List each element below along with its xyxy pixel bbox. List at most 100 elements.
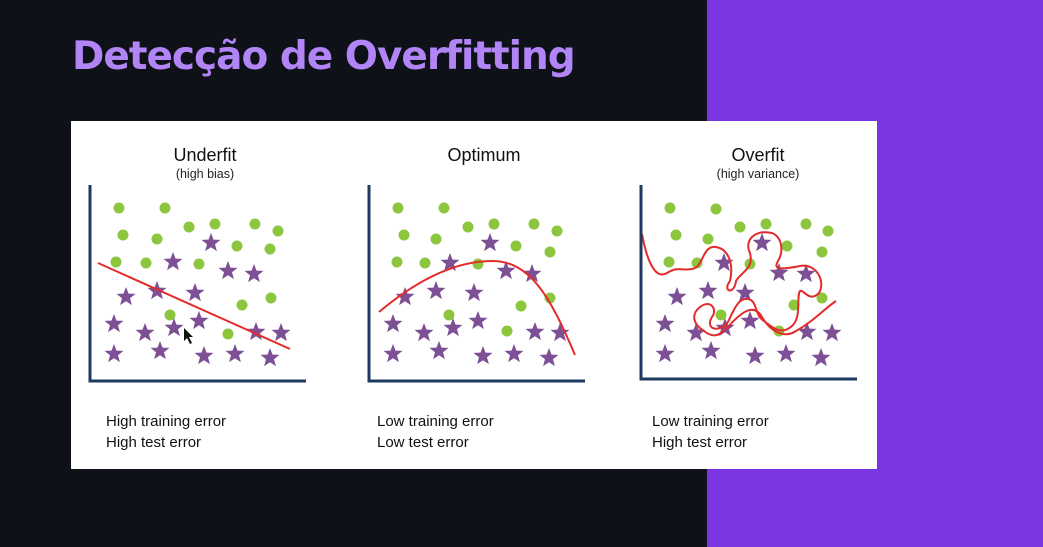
star-point: [260, 348, 280, 367]
circle-point: [663, 256, 675, 268]
circle-point: [501, 325, 513, 337]
circle-point: [488, 218, 500, 230]
star-point: [163, 252, 183, 271]
figure-card: Underfit (high bias) High training error…: [71, 121, 877, 469]
star-point: [201, 233, 221, 252]
star-point: [539, 348, 559, 367]
circle-point: [822, 225, 834, 237]
circle-point: [438, 202, 450, 214]
circle-point: [430, 233, 442, 245]
star-point: [655, 314, 675, 333]
circle-point: [193, 258, 205, 270]
star-point: [655, 344, 675, 363]
circle-point: [231, 240, 243, 252]
circle-point: [816, 246, 828, 258]
circle-point: [702, 233, 714, 245]
circle-point: [734, 221, 746, 233]
axes-overfit: [639, 185, 857, 381]
circle-point: [222, 328, 234, 340]
star-point: [752, 233, 772, 252]
star-point: [185, 283, 205, 302]
circle-point: [544, 246, 556, 258]
circle-point: [710, 203, 722, 215]
star-point: [218, 261, 238, 280]
circle-point: [140, 257, 152, 269]
circle-point: [151, 233, 163, 245]
circle-point: [781, 240, 793, 252]
star-point: [426, 281, 446, 300]
star-point: [701, 341, 721, 360]
star-point: [769, 263, 789, 282]
star-point: [104, 344, 124, 363]
star-point: [464, 283, 484, 302]
test-error-underfit: High test error: [106, 434, 202, 451]
star-point: [686, 323, 706, 342]
circle-point: [272, 225, 284, 237]
circle-point: [391, 256, 403, 268]
star-point: [525, 322, 545, 341]
training-error-underfit: High training error: [106, 413, 227, 430]
star-point: [189, 311, 209, 330]
circle-point: [236, 299, 248, 311]
circle-point: [670, 229, 682, 241]
circle-point: [209, 218, 221, 230]
star-point: [383, 314, 403, 333]
star-point: [383, 344, 403, 363]
slide-title: Detecção de Overfitting: [72, 34, 576, 79]
star-point: [135, 323, 155, 342]
star-point: [104, 314, 124, 333]
star-point: [822, 323, 842, 342]
star-point: [271, 323, 291, 342]
circle-point: [510, 240, 522, 252]
star-point: [164, 318, 184, 337]
star-point: [698, 281, 718, 300]
star-point: [244, 264, 264, 283]
circle-point: [472, 258, 484, 270]
circle-point: [664, 202, 676, 214]
circle-point: [264, 243, 276, 255]
circle-point: [159, 202, 171, 214]
circle-point: [462, 221, 474, 233]
star-markers-optimum: [383, 233, 570, 367]
circle-point: [113, 202, 125, 214]
circle-point: [110, 256, 122, 268]
circle-point: [398, 229, 410, 241]
test-error-overfit: High test error: [652, 434, 748, 451]
fit-line-underfit: [97, 262, 291, 350]
star-point: [150, 341, 170, 360]
star-point: [473, 346, 493, 365]
cursor-icon: [184, 328, 193, 344]
panel-overfit: Overfit (high variance) Low training err…: [624, 121, 892, 469]
star-point: [776, 344, 796, 363]
star-point: [414, 323, 434, 342]
circle-point: [392, 202, 404, 214]
circle-point: [419, 257, 431, 269]
circle-point: [117, 229, 129, 241]
star-point: [480, 233, 500, 252]
circle-point: [528, 218, 540, 230]
circle-point: [551, 225, 563, 237]
star-point: [116, 287, 136, 306]
circle-point: [265, 292, 277, 304]
star-point: [225, 344, 245, 363]
star-point: [504, 344, 524, 363]
training-error-overfit: Low training error: [652, 413, 769, 430]
star-point: [745, 346, 765, 365]
star-point: [667, 287, 687, 306]
training-error-optimum: Low training error: [377, 413, 494, 430]
star-point: [443, 318, 463, 337]
panel-underfit: Underfit (high bias) High training error…: [71, 121, 339, 469]
circle-point: [183, 221, 195, 233]
fit-curve-optimum: [378, 259, 576, 356]
circle-point: [249, 218, 261, 230]
circle-point: [515, 300, 527, 312]
star-point: [468, 311, 488, 330]
circle-point: [760, 218, 772, 230]
star-point: [429, 341, 449, 360]
star-markers-underfit: [104, 233, 291, 367]
circle-point: [800, 218, 812, 230]
panel-optimum: Optimum Low training error Low test erro…: [350, 121, 618, 469]
test-error-optimum: Low test error: [377, 434, 469, 451]
star-point: [811, 348, 831, 367]
fit-curve-overfit: [641, 231, 837, 337]
